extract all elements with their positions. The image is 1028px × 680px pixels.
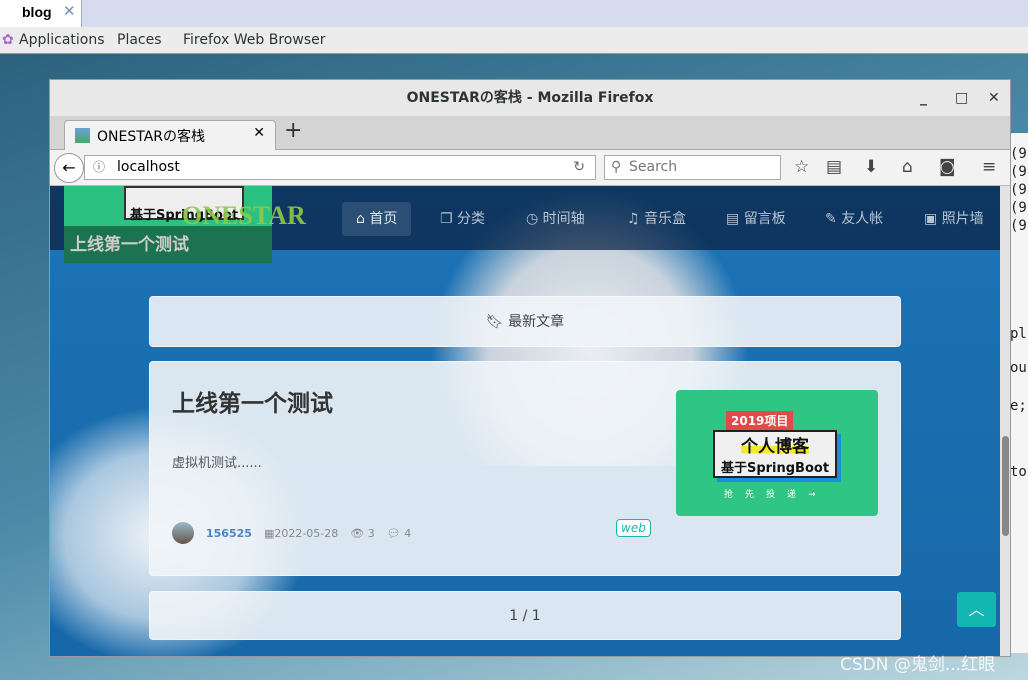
terminal-line: pl	[1010, 326, 1027, 342]
close-tab-icon[interactable]: ✕	[253, 125, 265, 141]
nav-item[interactable]: ▣ 照片墙	[910, 202, 998, 236]
tab-bar: ONESTARの客栈 ✕ +	[50, 116, 1010, 150]
applications-menu[interactable]: Applications	[19, 32, 105, 48]
reload-icon[interactable]: ↻	[573, 156, 585, 179]
minimize-button[interactable]: _	[920, 80, 927, 116]
back-to-top-button[interactable]: ︿	[957, 592, 996, 627]
post-comments: 💬︎ 4	[386, 526, 412, 540]
browser-tab[interactable]: ONESTARの客栈 ✕	[64, 120, 276, 150]
terminal-line: e;	[1010, 398, 1027, 414]
terminal-line: /ng	[1010, 133, 1028, 136]
avatar[interactable]	[172, 522, 194, 544]
search-icon: ⚲	[611, 159, 622, 175]
window-title: ONESTARの客栈 - Mozilla Firefox	[406, 90, 654, 106]
nav-icon: ❐	[440, 211, 453, 227]
terminal-line: (9	[1010, 146, 1027, 162]
site-navbar: 基于SpringBoot 上线第一个测试 ONESTAR ⌂ 首页 ❐ 分类 ◷ 时间…	[50, 186, 1000, 263]
taskbar: blog ✕	[0, 0, 1028, 27]
download-icon[interactable]: ⬇	[864, 157, 878, 177]
terminal-line: (9	[1010, 200, 1027, 216]
nav-icon: ♫	[627, 211, 640, 227]
nav-item[interactable]: ♫ 音乐盒	[613, 202, 700, 236]
nav-icon: ▤	[726, 211, 740, 227]
terminal-line: (9	[1010, 218, 1027, 234]
post-date: ▦2022-05-28	[263, 526, 339, 540]
nav-item[interactable]: ❐ 分类	[426, 202, 499, 236]
search-input[interactable]: ⚲ Search	[604, 155, 781, 180]
terminal-line: ou	[1010, 360, 1027, 376]
menu-icon[interactable]: ≡	[982, 157, 996, 177]
terminal-line: to	[1010, 464, 1027, 480]
new-tab-button[interactable]: +	[284, 118, 302, 143]
terminal-line: (9	[1010, 164, 1027, 180]
places-menu[interactable]: Places	[117, 32, 162, 48]
nav-item[interactable]: ◷ 时间轴	[512, 202, 599, 236]
app-menu[interactable]: Firefox Web Browser	[183, 32, 326, 48]
bookmark-star-icon[interactable]: ☆	[794, 157, 809, 177]
nav-icon: ◷	[526, 211, 539, 227]
site-brand[interactable]: ONESTAR	[182, 201, 306, 231]
favicon-icon	[75, 128, 90, 143]
nav-item[interactable]: ✎ 友人帐	[811, 202, 897, 236]
post-description: 虚拟机测试......	[172, 456, 262, 471]
post-tag[interactable]: web	[616, 519, 651, 537]
background-terminal: /ng (9 (9 (9 (9 (9 pl ou e; to	[1010, 133, 1028, 653]
close-button[interactable]: ✕	[988, 80, 1000, 116]
nav-icon: ▣	[924, 211, 938, 227]
post-card[interactable]: 上线第一个测试 虚拟机测试...... 156525 ▦2022-05-28 👁…	[149, 361, 901, 576]
scrollbar[interactable]	[1000, 186, 1010, 656]
maximize-button[interactable]: □	[955, 80, 968, 116]
url-bar[interactable]: ⓘ localhost ↻	[84, 155, 596, 180]
post-author[interactable]: 156525	[206, 527, 252, 540]
eye-icon: 👁︎	[350, 526, 365, 540]
chevron-up-icon: ︿	[968, 600, 985, 619]
post-title[interactable]: 上线第一个测试	[172, 384, 333, 418]
section-header: 🔖︎ 最新文章	[149, 296, 901, 347]
watermark: CSDN @鬼剑...红眼	[840, 655, 996, 675]
nav-item[interactable]: ⌂ 首页	[342, 202, 412, 236]
nav-icon: ⌂	[356, 211, 365, 227]
nav-item[interactable]: ▤ 留言板	[712, 202, 800, 236]
web-page: 基于SpringBoot 上线第一个测试 ONESTAR ⌂ 首页 ❐ 分类 ◷ 时间…	[50, 186, 1000, 656]
firefox-window: ONESTARの客栈 - Mozilla Firefox _ □ ✕ ONEST…	[49, 79, 1011, 657]
post-meta: 156525 ▦2022-05-28 👁︎ 3 💬︎ 4	[172, 522, 411, 544]
taskbar-window-blog[interactable]: blog ✕	[0, 0, 82, 27]
scrollbar-thumb[interactable]	[1002, 436, 1009, 536]
post-views: 👁︎ 3	[350, 526, 375, 540]
nav-icon: ✎	[825, 211, 837, 227]
pagination: 1 / 1	[149, 591, 901, 640]
reading-list-icon[interactable]: ▤	[826, 157, 842, 177]
calendar-icon: ▦	[263, 526, 275, 540]
pocket-icon[interactable]: ◙	[939, 157, 956, 177]
back-button[interactable]: ←	[54, 153, 84, 183]
nav-toolbar: ← ⓘ localhost ↻ ⚲ Search ☆ ▤ ⬇ ⌂ ◙ ≡	[50, 150, 1010, 186]
bookmark-icon: 🔖︎	[485, 314, 504, 330]
gnome-icon: ✿	[2, 32, 14, 48]
close-icon[interactable]: ✕	[63, 2, 76, 20]
window-titlebar: ONESTARの客栈 - Mozilla Firefox _ □ ✕	[50, 80, 1010, 116]
terminal-line: (9	[1010, 182, 1027, 198]
info-icon[interactable]: ⓘ	[93, 156, 105, 179]
comment-icon: 💬︎	[386, 526, 401, 540]
top-panel: ✿ Applications Places Firefox Web Browse…	[0, 27, 1028, 54]
home-icon[interactable]: ⌂	[902, 157, 913, 177]
post-thumbnail[interactable]: 2019项目 个人博客 基于SpringBoot 抢先投递→	[676, 390, 878, 516]
